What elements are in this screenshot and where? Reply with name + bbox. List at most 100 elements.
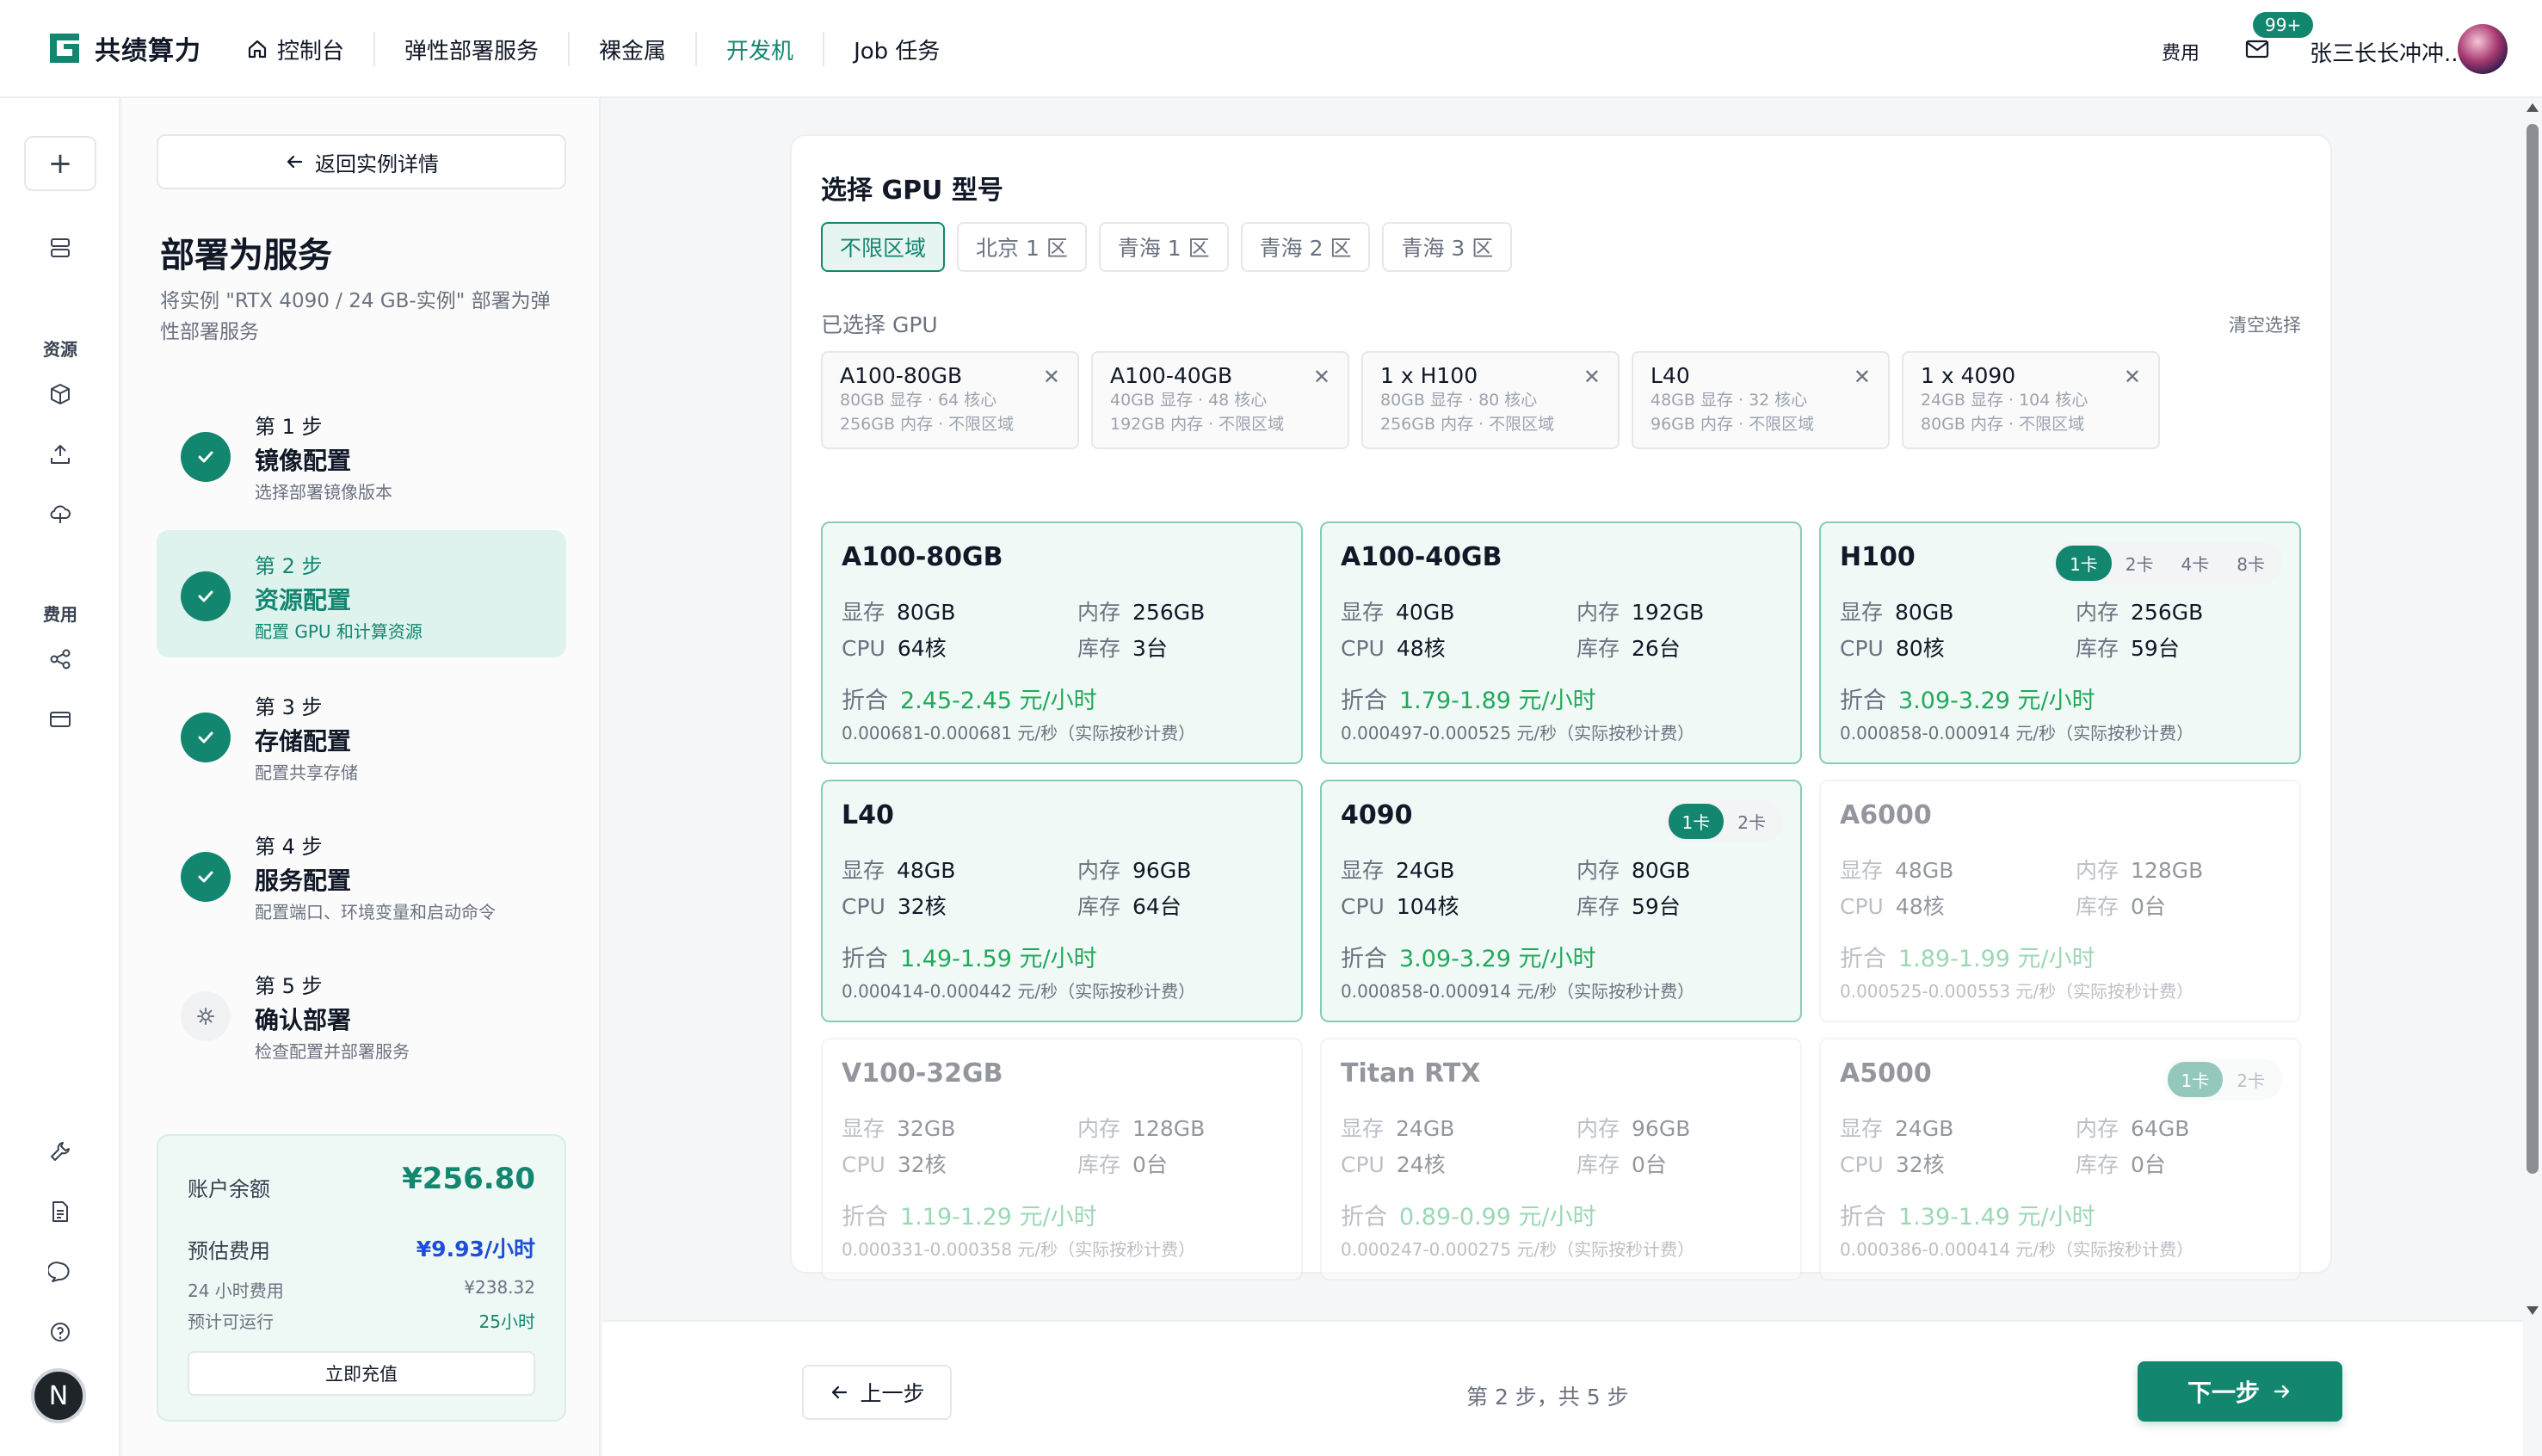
server-icon[interactable] <box>48 236 72 260</box>
next-step-button[interactable]: 下一步 <box>2138 1361 2342 1422</box>
spec-stock: 库存 26台 <box>1576 632 1681 663</box>
spec-label: CPU <box>1840 636 1884 661</box>
close-icon[interactable]: ✕ <box>1313 365 1330 389</box>
username[interactable]: 张三长长冲冲.. <box>2310 36 2459 68</box>
spec-cpu: CPU 48核 <box>1840 890 1945 921</box>
gpu-name: 4090 <box>1341 800 1413 830</box>
spec-value: 80GB <box>1895 600 1954 625</box>
step-4[interactable]: 第 4 步 服务配置 配置端口、环境变量和启动命令 <box>157 811 566 938</box>
mail-icon[interactable] <box>2244 36 2270 62</box>
gpu-count-option[interactable]: 2卡 <box>2112 546 2168 581</box>
wrench-icon[interactable] <box>48 1139 72 1163</box>
region-any[interactable]: 不限区域 <box>821 222 946 272</box>
nav-bare-metal[interactable]: 裸金属 <box>570 32 698 66</box>
spec-mem: 内存 96GB <box>1576 1112 1690 1143</box>
close-icon[interactable]: ✕ <box>2124 365 2141 389</box>
spec-label: CPU <box>1341 636 1385 661</box>
gpu-card[interactable]: A5000 显存 24GB 内存 64GB CPU 32核 库存 0台 折合 1.39-1.49 元… <box>1819 1038 2301 1280</box>
vertical-scrollbar[interactable] <box>2523 98 2542 1320</box>
nav-job-tasks[interactable]: Job 任务 <box>824 32 969 66</box>
nav-dev-machine[interactable]: 开发机 <box>697 32 825 66</box>
spec-label: 库存 <box>2076 894 2119 919</box>
spec-cpu: CPU 104核 <box>1341 890 1459 921</box>
chat-icon[interactable] <box>48 1260 72 1284</box>
gpu-card[interactable]: A100-80GB 显存 80GB 内存 256GB CPU 64核 库存 3台 折合 2.45-2… <box>821 521 1303 764</box>
recharge-button[interactable]: 立即充值 <box>188 1351 535 1396</box>
region-qinghai-3[interactable]: 青海 3 区 <box>1382 222 1513 272</box>
spec-value: 192GB <box>1632 600 1705 625</box>
gpu-count-option[interactable]: 1卡 <box>2056 546 2112 581</box>
step-2[interactable]: 第 2 步 资源配置 配置 GPU 和计算资源 <box>157 530 566 657</box>
spec-vram: 显存 24GB <box>1341 1112 1454 1143</box>
chip-name: 1 x H100 <box>1380 363 1478 388</box>
gpu-card[interactable]: A100-40GB 显存 40GB 内存 192GB CPU 48核 库存 26台 折合 1.79-… <box>1320 521 1802 764</box>
share-icon[interactable] <box>48 647 72 671</box>
hourly-price: 折合 1.49-1.59 元/小时 <box>842 940 1097 973</box>
close-icon[interactable]: ✕ <box>1583 365 1601 389</box>
cloud-icon[interactable] <box>48 501 72 525</box>
step-3[interactable]: 第 3 步 存储配置 配置共享存储 <box>157 671 566 799</box>
upload-icon[interactable] <box>48 442 72 466</box>
spec-cpu: CPU 32核 <box>842 890 947 921</box>
spec-stock: 库存 59台 <box>2076 632 2180 663</box>
spec-value: 64核 <box>897 636 947 661</box>
spec-stock: 库存 0台 <box>2076 1148 2166 1179</box>
spec-mem: 内存 128GB <box>2076 854 2203 885</box>
region-qinghai-1[interactable]: 青海 1 区 <box>1098 222 1229 272</box>
nav-console[interactable]: 控制台 <box>246 32 376 66</box>
chip-line-2: 256GB 内存 · 不限区域 <box>840 415 1015 434</box>
gpu-card[interactable]: Titan RTX 显存 24GB 内存 96GB CPU 24核 库存 0台 折合 0.89-0.… <box>1320 1038 1802 1280</box>
avatar[interactable] <box>2458 24 2508 74</box>
spec-value: 256GB <box>2131 600 2204 625</box>
spec-label: CPU <box>842 636 885 661</box>
gpu-count-option[interactable]: 8卡 <box>2223 546 2279 581</box>
brand-logo[interactable]: 共绩算力 <box>46 29 201 67</box>
spec-cpu: CPU 32核 <box>1840 1148 1945 1179</box>
gpu-count-option[interactable]: 1卡 <box>2167 1062 2224 1097</box>
previous-step-label: 上一步 <box>860 1381 925 1406</box>
gpu-card[interactable]: H100 显存 80GB 内存 256GB CPU 80核 库存 59台 折合 3.09-3.29 … <box>1819 521 2301 764</box>
spec-label: 显存 <box>1341 1116 1385 1141</box>
create-button[interactable]: + <box>24 136 96 191</box>
step-number: 第 5 步 <box>255 974 323 998</box>
card-icon[interactable] <box>48 707 72 731</box>
arrow-right-icon <box>2274 1385 2290 1398</box>
close-icon[interactable]: ✕ <box>1854 365 1871 389</box>
step-name: 存储配置 <box>255 727 352 756</box>
spec-value: 80核 <box>1895 636 1945 661</box>
step-5[interactable]: 第 5 步 确认部署 检查配置并部署服务 <box>157 950 566 1077</box>
spec-label: 内存 <box>1077 858 1121 883</box>
fee-link[interactable]: 费用 <box>2162 38 2200 65</box>
user-initial-avatar[interactable]: N <box>31 1368 86 1423</box>
gpu-count-option[interactable]: 4卡 <box>2168 546 2224 581</box>
spec-label: 内存 <box>1077 1116 1121 1141</box>
gpu-count-option[interactable]: 2卡 <box>2223 1062 2279 1097</box>
gpu-count-option[interactable]: 1卡 <box>1668 804 1724 839</box>
chip-name: L40 <box>1650 363 1690 388</box>
nav-elastic-deploy[interactable]: 弹性部署服务 <box>375 32 571 66</box>
gpu-card[interactable]: 4090 显存 24GB 内存 80GB CPU 104核 库存 59台 折合 3.09-3.29 … <box>1320 780 1802 1022</box>
cube-icon[interactable] <box>48 382 72 406</box>
gpu-card[interactable]: V100-32GB 显存 32GB 内存 128GB CPU 32核 库存 0台 折合 1.19-1… <box>821 1038 1303 1280</box>
help-icon[interactable] <box>48 1320 72 1344</box>
per-second-price: 0.000858-0.000914 元/秒（实际按秒计费） <box>1341 981 1695 1002</box>
per-second-price: 0.000525-0.000553 元/秒（实际按秒计费） <box>1840 981 2194 1002</box>
region-qinghai-2[interactable]: 青海 2 区 <box>1240 222 1371 272</box>
step-1[interactable]: 第 1 步 镜像配置 选择部署镜像版本 <box>157 391 566 518</box>
clear-selection-button[interactable]: 清空选择 <box>2229 312 2301 337</box>
spec-label: CPU <box>1341 894 1385 919</box>
gpu-card[interactable]: A6000 显存 48GB 内存 128GB CPU 48核 库存 0台 折合 1.89-1.99 … <box>1819 780 2301 1022</box>
gpu-count-option[interactable]: 2卡 <box>1724 804 1780 839</box>
gpu-card[interactable]: L40 显存 48GB 内存 96GB CPU 32核 库存 64台 折合 1.49-1.59 元/… <box>821 780 1303 1022</box>
price-value: 1.79-1.89 元/小时 <box>1399 688 1596 714</box>
previous-step-button[interactable]: 上一步 <box>802 1365 952 1420</box>
document-icon[interactable] <box>48 1200 72 1224</box>
scroll-up-arrow[interactable] <box>2527 103 2539 112</box>
region-beijing-1[interactable]: 北京 1 区 <box>957 222 1087 272</box>
close-icon[interactable]: ✕ <box>1043 365 1060 389</box>
per-second-price: 0.000681-0.000681 元/秒（实际按秒计费） <box>842 723 1196 743</box>
spec-label: 库存 <box>1576 636 1620 661</box>
scroll-down-arrow[interactable] <box>2527 1306 2539 1315</box>
scrollbar-thumb[interactable] <box>2527 124 2539 1174</box>
back-to-instance-button[interactable]: 返回实例详情 <box>157 134 566 189</box>
